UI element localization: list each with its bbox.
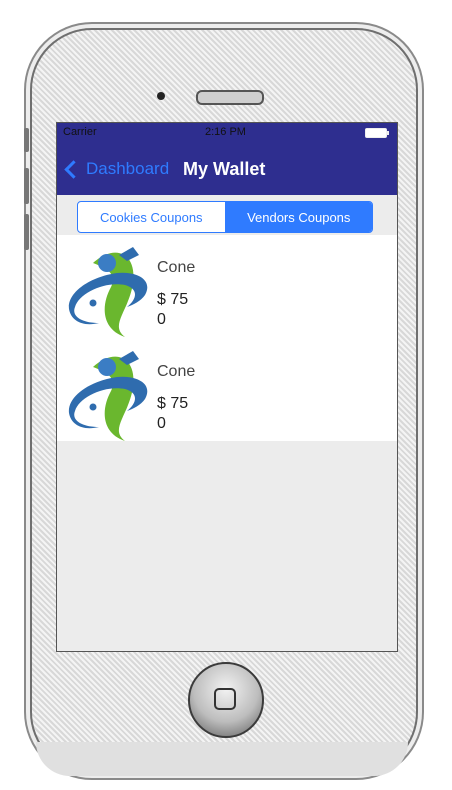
navigation-bar: Carrier 2:16 PM Dashboard My Wallet: [57, 123, 397, 195]
status-time: 2:16 PM: [205, 126, 246, 138]
back-button[interactable]: Dashboard: [64, 155, 170, 183]
segment-vendors-coupons[interactable]: Vendors Coupons: [225, 202, 372, 232]
logo-icon: [68, 351, 148, 441]
mute-switch: [24, 128, 29, 152]
screen: Carrier 2:16 PM Dashboard My Wallet Cook…: [56, 122, 398, 652]
list-item[interactable]: Cone $ 75 0: [57, 239, 397, 341]
volume-down-button: [24, 214, 29, 250]
battery-icon: [365, 128, 389, 138]
home-button[interactable]: [188, 662, 264, 738]
coupon-price: $ 75: [157, 291, 189, 308]
page-title: My Wallet: [183, 159, 266, 179]
front-camera: [157, 92, 165, 100]
coupon-type-segmented-control: Cookies Coupons Vendors Coupons: [77, 201, 373, 233]
home-square-icon: [214, 688, 236, 710]
list-item[interactable]: Cone $ 75 0: [57, 343, 397, 445]
coupon-list: Cone $ 75 0 Cone $ 75 0: [57, 235, 397, 441]
logo-icon: [68, 247, 148, 337]
coupon-count: 0: [157, 415, 166, 432]
phone-shadow: [36, 742, 408, 776]
segment-cookies-coupons[interactable]: Cookies Coupons: [78, 202, 226, 232]
carrier-label: Carrier: [63, 126, 97, 138]
back-button-label: Dashboard: [86, 159, 170, 178]
coupon-count: 0: [157, 311, 166, 328]
chevron-left-icon: [64, 159, 83, 179]
earpiece: [196, 90, 264, 105]
coupon-name: Cone: [157, 259, 196, 276]
status-bar: Carrier 2:16 PM: [57, 126, 397, 140]
volume-up-button: [24, 168, 29, 204]
coupon-price: $ 75: [157, 395, 189, 412]
coupon-name: Cone: [157, 363, 196, 380]
